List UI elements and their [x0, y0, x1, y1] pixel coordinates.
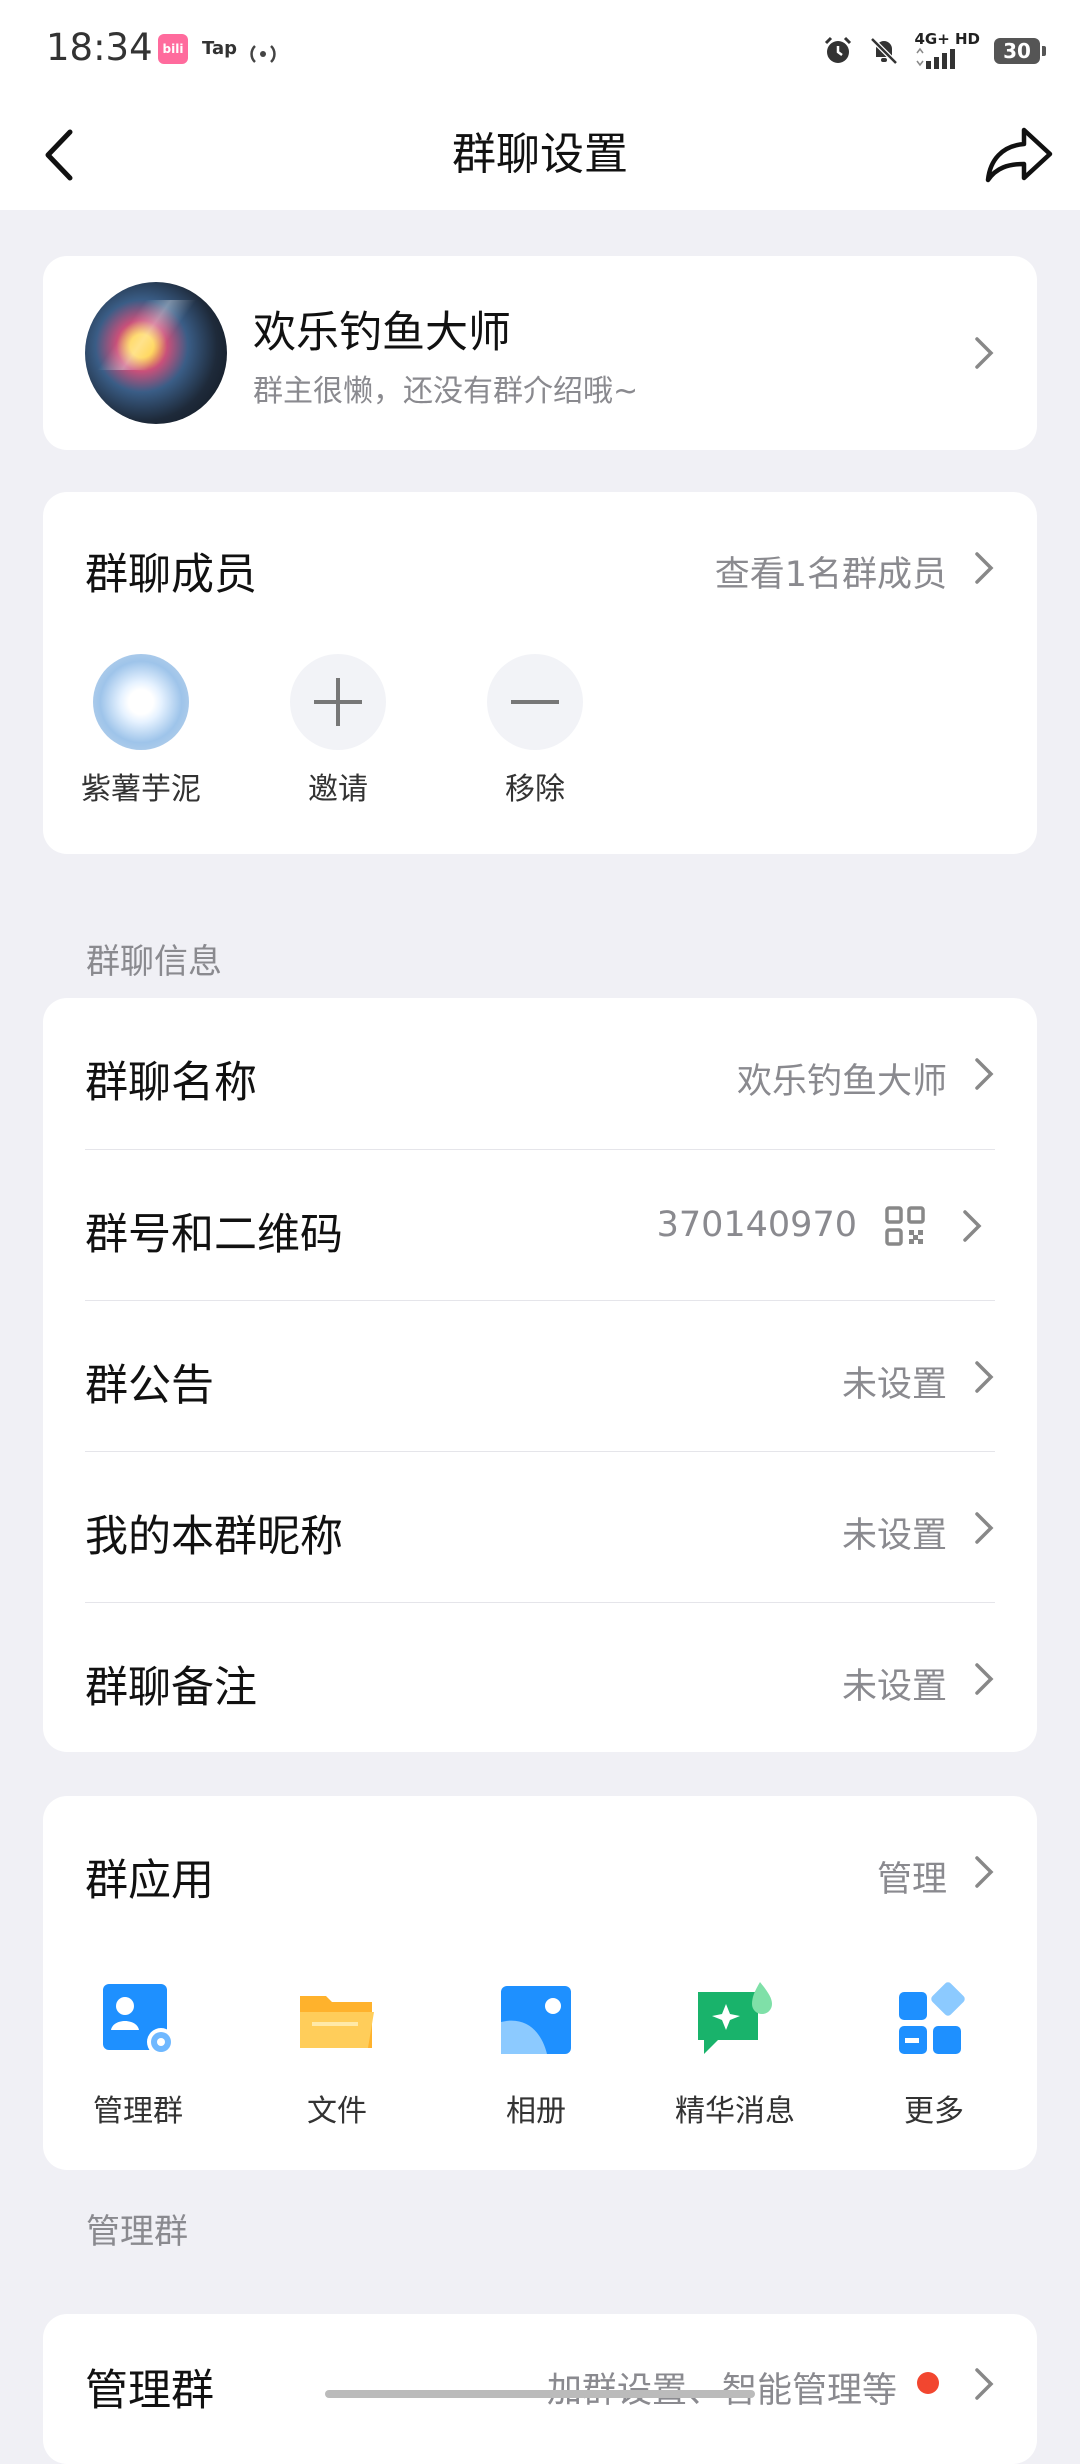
mute-bell-icon	[870, 36, 899, 65]
app-manage-group[interactable]: 管理群	[43, 1982, 233, 2130]
chevron-right-icon	[963, 1210, 982, 1242]
app-more[interactable]: 更多	[839, 1982, 1029, 2130]
chevron-right-icon	[975, 1512, 994, 1544]
row-label: 我的本群昵称	[85, 1512, 343, 1562]
bilibili-icon: bili	[158, 34, 188, 64]
page-title: 群聊设置	[452, 129, 628, 180]
app-label: 更多	[904, 2094, 964, 2129]
member-avatar	[93, 654, 189, 750]
member-name: 紫薯芋泥	[81, 772, 201, 807]
signal-icon	[916, 47, 956, 69]
chevron-right-icon	[975, 337, 994, 369]
network-type: 4G+ HD	[914, 30, 980, 48]
folder-icon	[300, 1996, 374, 2048]
invite-label: 邀请	[308, 772, 368, 807]
album-icon	[501, 1986, 571, 2054]
row-value: 加群设置、智能管理等	[547, 2362, 897, 2413]
nav-bar: 群聊设置	[0, 100, 1080, 210]
announcement-row[interactable]: 群公告 未设置	[43, 1301, 1037, 1451]
group-name: 欢乐钓鱼大师	[253, 308, 511, 358]
row-label: 群公告	[85, 1361, 214, 1411]
signal-indicator: 4G+ HD	[914, 32, 980, 69]
row-label: 群聊名称	[85, 1058, 257, 1108]
group-description: 群主很懒，还没有群介绍哦~	[253, 374, 639, 409]
chevron-right-icon	[975, 1663, 994, 1695]
group-id-qr-row[interactable]: 群号和二维码 370140970	[43, 1150, 1037, 1300]
section-header-admin: 管理群	[86, 2212, 188, 2252]
chevron-right-icon	[975, 1856, 994, 1888]
minus-icon	[487, 654, 583, 750]
remove-label: 移除	[505, 772, 565, 807]
app-label: 相册	[506, 2094, 566, 2129]
more-apps-icon	[899, 1982, 965, 2054]
group-id-value: 370140970	[656, 1205, 857, 1245]
status-bar: 18:34 bili Tap 4G+ HD 30	[0, 0, 1080, 100]
app-label: 文件	[307, 2094, 367, 2129]
members-card: 群聊成员 查看1名群成员 紫薯芋泥 邀请 移除	[43, 492, 1037, 854]
group-apps-card: 群应用 管理 管理群 文件 相册 精华消息 更多	[43, 1796, 1037, 2170]
group-name-row[interactable]: 群聊名称 欢乐钓鱼大师	[43, 998, 1037, 1149]
row-label: 群号和二维码	[85, 1210, 343, 1260]
row-value: 欢乐钓鱼大师	[736, 1062, 947, 1102]
row-value: 未设置	[841, 1365, 947, 1405]
chevron-right-icon	[975, 2368, 994, 2400]
row-label: 群聊备注	[85, 1663, 257, 1713]
alarm-icon	[825, 36, 852, 63]
app-essence-messages[interactable]: 精华消息	[640, 1982, 830, 2130]
share-icon[interactable]	[978, 116, 1058, 196]
row-label: 管理群	[85, 2366, 214, 2416]
app-label: 管理群	[93, 2094, 183, 2129]
hotspot-icon	[250, 45, 276, 63]
app-album[interactable]: 相册	[441, 1982, 631, 2130]
app-label: 精华消息	[675, 2094, 795, 2129]
chevron-right-icon	[975, 1361, 994, 1393]
battery-indicator: 30	[994, 37, 1046, 64]
view-all-members-link[interactable]: 查看1名群成员	[715, 546, 947, 597]
qr-code-icon	[885, 1206, 925, 1246]
remove-button[interactable]: 移除	[465, 654, 605, 808]
app-files[interactable]: 文件	[242, 1982, 432, 2130]
group-avatar	[85, 282, 227, 424]
member-item[interactable]: 紫薯芋泥	[71, 654, 211, 808]
invite-button[interactable]: 邀请	[268, 654, 408, 808]
row-value: 未设置	[841, 1667, 947, 1707]
apps-manage-link[interactable]: 管理	[877, 1851, 947, 1902]
group-profile-card[interactable]: 欢乐钓鱼大师 群主很懒，还没有群介绍哦~	[43, 256, 1037, 450]
tap-icon: Tap	[202, 38, 237, 59]
plus-icon	[290, 654, 386, 750]
chevron-right-icon	[975, 552, 994, 584]
status-time: 18:34	[46, 26, 153, 69]
home-indicator[interactable]	[325, 2390, 755, 2398]
red-dot-badge	[917, 2372, 939, 2394]
chevron-right-icon	[975, 1058, 994, 1090]
section-header-info: 群聊信息	[86, 942, 222, 982]
essence-message-icon	[698, 1982, 772, 2054]
apps-title: 群应用	[85, 1856, 214, 1906]
manage-group-card[interactable]: 管理群 加群设置、智能管理等	[43, 2314, 1037, 2464]
group-info-card: 群聊名称 欢乐钓鱼大师 群号和二维码 370140970 群公告 未设置 我的本…	[43, 998, 1037, 1752]
status-right: 4G+ HD 30	[822, 32, 1046, 69]
group-remark-row[interactable]: 群聊备注 未设置	[43, 1603, 1037, 1752]
row-value: 未设置	[841, 1516, 947, 1556]
manage-group-icon	[103, 1984, 175, 2056]
members-title: 群聊成员	[85, 550, 257, 600]
my-nickname-row[interactable]: 我的本群昵称 未设置	[43, 1452, 1037, 1602]
